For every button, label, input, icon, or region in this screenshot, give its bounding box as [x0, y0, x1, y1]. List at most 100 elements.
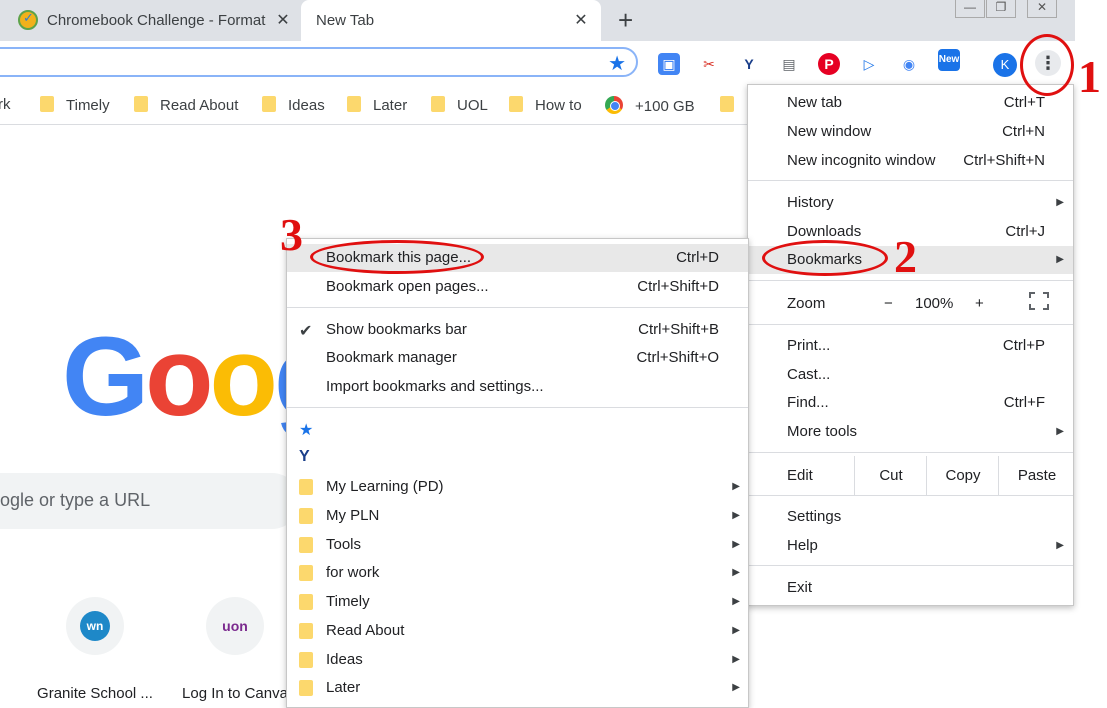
bookmark-bar-item[interactable]: rk: [0, 96, 11, 116]
tab-strip: Chromebook Challenge - Format ✕ New Tab …: [0, 0, 1075, 41]
zoom-level: 100%: [915, 295, 954, 312]
extension-tools-icon[interactable]: ✂: [698, 53, 720, 75]
bookmarks-submenu: Bookmark this page... Ctrl+D Bookmark ope…: [286, 238, 749, 708]
submenu-arrow-icon: ▶: [1056, 254, 1064, 265]
folder-icon: [299, 508, 313, 524]
cut-button[interactable]: Cut: [854, 456, 927, 495]
menu-item-history[interactable]: History ▶: [748, 189, 1073, 217]
close-window-button[interactable]: ✕: [1027, 0, 1057, 18]
bookmark-item-y[interactable]: Y: [287, 443, 748, 471]
shortcut-tile[interactable]: wn Granite School ...: [30, 597, 160, 702]
annotation-number-2: 2: [894, 231, 917, 282]
address-bar[interactable]: ★: [0, 47, 638, 77]
search-box[interactable]: ogle or type a URL: [0, 473, 300, 529]
zoom-in-button[interactable]: +: [975, 295, 984, 312]
bookmark-folder-item[interactable]: My PLN ▶: [287, 502, 748, 530]
annotation-ring-3: [310, 240, 484, 274]
checkmark-icon: ✔: [299, 323, 313, 340]
bookmark-folder-item[interactable]: Timely ▶: [287, 588, 748, 616]
tab-close-icon[interactable]: ✕: [571, 10, 591, 30]
menu-item-bookmark-open-pages[interactable]: Bookmark open pages... Ctrl+Shift+D: [287, 273, 748, 301]
bookmark-star-icon[interactable]: ★: [608, 51, 626, 76]
paste-button[interactable]: Paste: [998, 456, 1075, 495]
menu-item-new-incognito[interactable]: New incognito window Ctrl+Shift+N: [748, 147, 1073, 175]
submenu-arrow-icon: ▶: [732, 596, 740, 607]
extension-screen-icon[interactable]: ▤: [778, 53, 800, 75]
submenu-arrow-icon: ▶: [732, 567, 740, 578]
logo-letter: o: [145, 314, 213, 439]
bookmark-bar-item[interactable]: Ideas: [262, 96, 325, 116]
new-tab-button[interactable]: +: [618, 5, 633, 36]
folder-icon: [262, 96, 276, 112]
bookmark-bar-item[interactable]: Later: [347, 96, 407, 116]
star-icon: ★: [299, 422, 314, 439]
bookmark-folder-item[interactable]: My Learning (PD) ▶: [287, 473, 748, 501]
submenu-arrow-icon: ▶: [732, 654, 740, 665]
menu-item-import-bookmarks[interactable]: Import bookmarks and settings...: [287, 373, 748, 401]
tab-close-icon[interactable]: ✕: [273, 10, 293, 30]
menu-item-cast[interactable]: Cast...: [748, 361, 1073, 389]
bookmark-bar-item[interactable]: How to: [509, 96, 582, 116]
bookmark-folder-item[interactable]: Read About ▶: [287, 617, 748, 645]
menu-separator: [748, 180, 1073, 181]
menu-separator: [748, 495, 1073, 496]
tab-new-tab[interactable]: New Tab ✕: [301, 0, 601, 41]
submenu-arrow-icon: ▶: [732, 510, 740, 521]
bookmark-item-star[interactable]: ★: [287, 415, 748, 443]
menu-item-find[interactable]: Find... Ctrl+F: [748, 389, 1073, 417]
bookmark-bar-item[interactable]: Timely: [40, 96, 110, 116]
bookmark-folder-item[interactable]: Ideas ▶: [287, 646, 748, 674]
bookmark-bar-item[interactable]: +100 GB: [605, 96, 695, 116]
submenu-arrow-icon: ▶: [732, 481, 740, 492]
extension-circle-icon[interactable]: ◉: [898, 53, 920, 75]
menu-item-print[interactable]: Print... Ctrl+P: [748, 332, 1073, 360]
minimize-button[interactable]: —: [955, 0, 985, 18]
bookmarks-bar: rk Timely Read About Ideas Later UOL How…: [0, 84, 760, 125]
menu-separator: [748, 565, 1073, 566]
bookmark-folder-item[interactable]: Tools ▶: [287, 531, 748, 559]
folder-icon: [347, 96, 361, 112]
submenu-arrow-icon: ▶: [732, 539, 740, 550]
menu-item-show-bookmarks-bar[interactable]: ✔ Show bookmarks bar Ctrl+Shift+B: [287, 316, 748, 344]
menu-item-more-tools[interactable]: More tools ▶: [748, 418, 1073, 446]
menu-item-exit[interactable]: Exit: [748, 574, 1073, 602]
zoom-out-button[interactable]: −: [884, 295, 893, 312]
menu-item-help[interactable]: Help ▶: [748, 532, 1073, 560]
annotation-number-1: 1: [1078, 51, 1101, 102]
folder-icon: [509, 96, 523, 112]
toolbar: ★ ▣ ✂ Y ▤ P ▷ ◉ New K ⋮: [0, 41, 1075, 84]
tab-title: Chromebook Challenge - Format: [47, 12, 266, 29]
extension-docs-icon[interactable]: ▣: [658, 53, 680, 75]
tab-chromebook-challenge[interactable]: Chromebook Challenge - Format ✕: [0, 0, 300, 41]
profile-avatar[interactable]: K: [993, 53, 1017, 77]
shortcut-icon: uon: [206, 597, 264, 655]
copy-button[interactable]: Copy: [926, 456, 999, 495]
menu-separator: [287, 307, 748, 308]
edit-label: Edit: [787, 467, 813, 484]
logo-letter: o: [209, 314, 278, 439]
bookmark-folder-item[interactable]: Later ▶: [287, 674, 748, 702]
extension-y-icon[interactable]: Y: [738, 53, 760, 75]
folder-icon: [720, 96, 734, 112]
menu-item-settings[interactable]: Settings: [748, 503, 1073, 531]
fullscreen-icon[interactable]: [1029, 292, 1049, 310]
folder-icon: [299, 537, 313, 553]
menu-item-new-tab[interactable]: New tab Ctrl+T: [748, 89, 1073, 117]
bookmark-folder-item[interactable]: for work ▶: [287, 559, 748, 587]
shortcut-tile[interactable]: uon Log In to Canva: [170, 597, 300, 702]
submenu-arrow-icon: ▶: [732, 682, 740, 693]
bookmark-bar-item[interactable]: Read About: [134, 96, 238, 116]
extension-play-icon[interactable]: ▷: [858, 53, 880, 75]
shortcut-label: Log In to Canva: [182, 685, 288, 702]
bookmark-bar-item[interactable]: UOL: [431, 96, 488, 116]
menu-separator: [748, 324, 1073, 325]
bookmark-bar-item[interactable]: [720, 96, 746, 116]
menu-item-bookmark-manager[interactable]: Bookmark manager Ctrl+Shift+O: [287, 344, 748, 372]
search-placeholder: ogle or type a URL: [0, 490, 151, 510]
pinterest-icon[interactable]: P: [818, 53, 840, 75]
tab-title: New Tab: [316, 12, 375, 29]
extension-new-badge-icon[interactable]: New: [938, 49, 960, 71]
maximize-button[interactable]: ❐: [986, 0, 1016, 18]
menu-item-new-window[interactable]: New window Ctrl+N: [748, 118, 1073, 146]
shortcut-icon: wn: [66, 597, 124, 655]
